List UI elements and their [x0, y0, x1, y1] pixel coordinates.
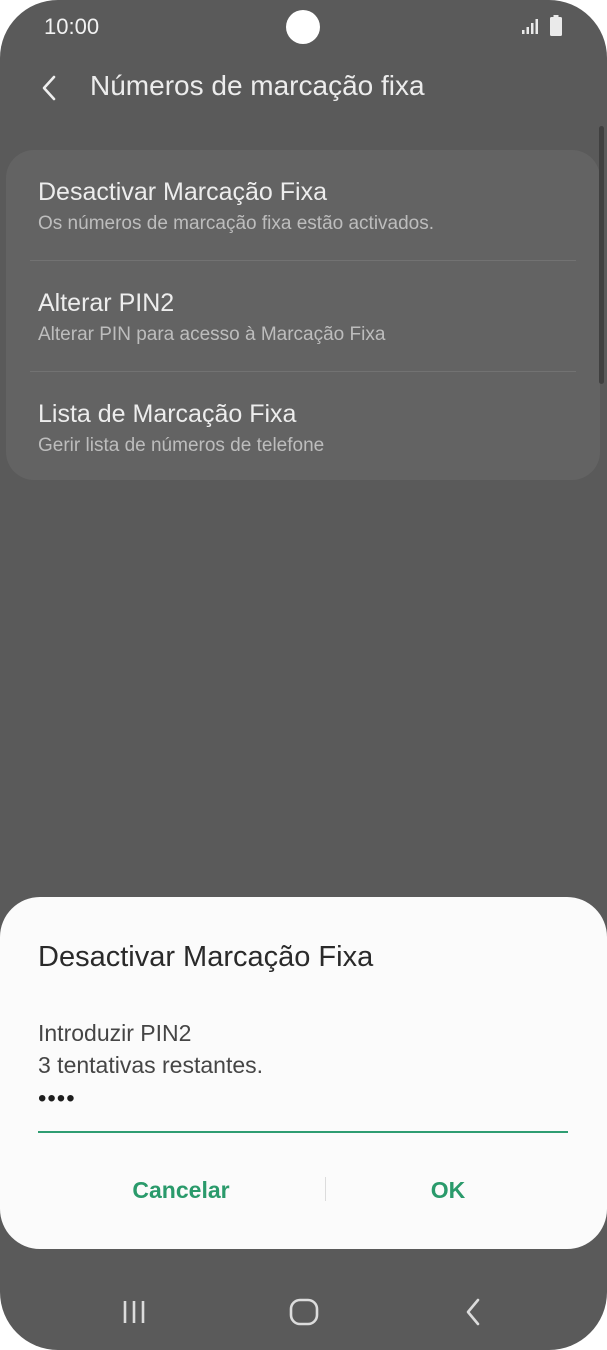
battery-icon: [550, 15, 562, 36]
status-bar: 10:00: [0, 0, 607, 56]
navigation-bar: [0, 1270, 607, 1350]
pin2-value: ••••: [38, 1085, 76, 1112]
settings-item-fdn-list[interactable]: Lista de Marcação Fixa Gerir lista de nú…: [6, 372, 600, 482]
pin2-input[interactable]: ••••: [38, 1083, 568, 1133]
settings-item-change-pin2[interactable]: Alterar PIN2 Alterar PIN para acesso à M…: [6, 261, 600, 371]
settings-item-title: Alterar PIN2: [38, 289, 175, 317]
settings-list: Desactivar Marcação Fixa Os números de m…: [6, 150, 600, 480]
settings-item-subtitle: Alterar PIN para acesso à Marcação Fixa: [38, 324, 386, 345]
app-header: Números de marcação fixa: [0, 56, 607, 122]
scrollbar[interactable]: [599, 126, 604, 384]
settings-item-subtitle: Os números de marcação fixa estão activa…: [38, 213, 435, 234]
camera-cutout: [286, 10, 320, 44]
phone-screen: 10:00 Números de marcação fixa Desactiva…: [0, 0, 607, 1350]
settings-item-subtitle: Gerir lista de números de telefone: [38, 435, 325, 456]
chevron-left-icon: [42, 75, 56, 101]
attempts-remaining: 3 tentativas restantes.: [38, 1052, 264, 1078]
recent-apps-button[interactable]: [104, 1288, 164, 1336]
back-button[interactable]: [30, 66, 70, 110]
recent-apps-icon: [123, 1301, 145, 1323]
settings-item-disable-fdn[interactable]: Desactivar Marcação Fixa Os números de m…: [6, 150, 600, 260]
back-icon: [466, 1298, 480, 1326]
home-button[interactable]: [274, 1288, 334, 1336]
dialog-title: Desactivar Marcação Fixa: [38, 941, 374, 973]
pin2-dialog: Desactivar Marcação Fixa Introduzir PIN2…: [0, 897, 607, 1249]
page-title: Números de marcação fixa: [90, 70, 425, 101]
home-icon: [289, 1298, 319, 1326]
dialog-prompt: Introduzir PIN2: [38, 1020, 192, 1046]
settings-item-title: Lista de Marcação Fixa: [38, 400, 297, 428]
ok-button[interactable]: OK: [326, 1165, 570, 1215]
status-time: 10:00: [44, 14, 100, 39]
cancel-button[interactable]: Cancelar: [40, 1165, 322, 1215]
settings-item-title: Desactivar Marcação Fixa: [38, 178, 327, 206]
nav-back-button[interactable]: [444, 1288, 504, 1336]
signal-icon: [522, 19, 538, 34]
